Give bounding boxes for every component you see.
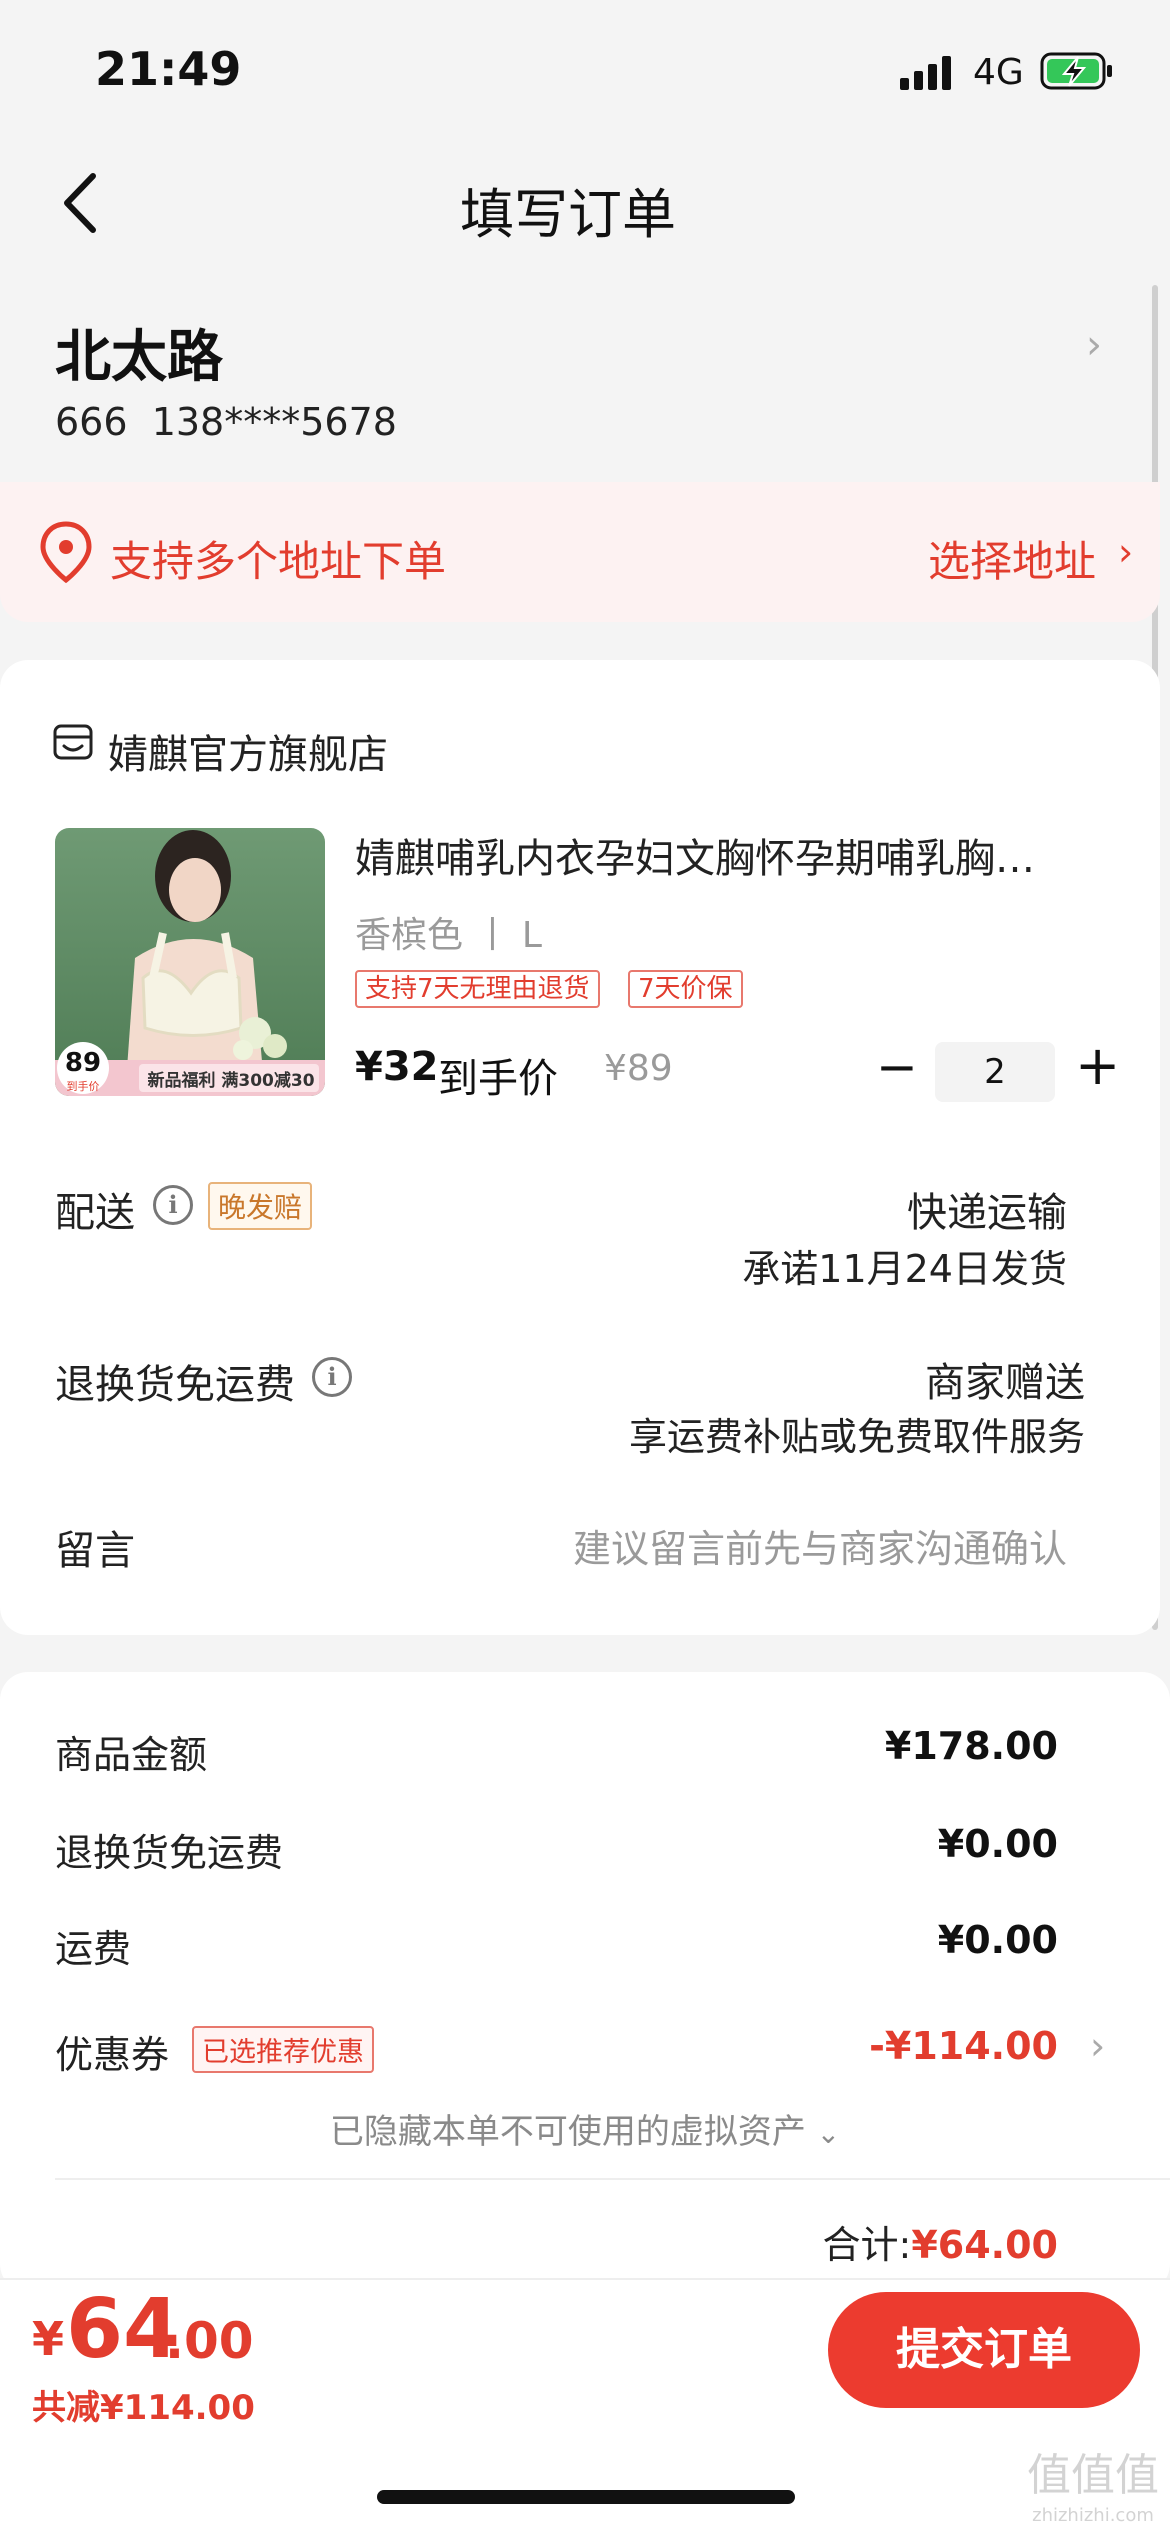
total-discount: 共减¥114.00 [32,2388,255,2428]
goods-amount-value: ¥178.00 [884,1724,1058,1768]
address-name: 北太路 [55,325,223,390]
image-price-badge: 89 [64,1048,102,1078]
product-price: ¥32 [355,1044,439,1090]
pay-amount-integer: 64 [66,2282,181,2377]
address-section[interactable]: 北太路 666 138****5678 › [0,280,1160,480]
shipping-label: 配送 [55,1190,135,1236]
return-shipping-label: 退换货免运费 [55,1362,295,1408]
return-shipping-merchant: 商家赠送 [925,1360,1085,1406]
pay-currency: ¥ [32,2312,65,2366]
return-policy-tag: 支持7天无理由退货 [355,970,600,1008]
watermark-logo: 值值值 [1027,2450,1159,2501]
quantity-input[interactable]: 2 [935,1042,1055,1102]
freight-label: 运费 [55,1927,132,1971]
info-icon[interactable]: i [312,1357,352,1397]
address-phone: 666 138****5678 [55,400,397,444]
product-spec[interactable]: 香槟色 丨 L [355,906,542,958]
divider [55,2178,1170,2180]
coupon-badge: 已选推荐优惠 [192,2026,374,2073]
coupon-value[interactable]: -¥114.00 [869,2024,1058,2068]
coupon-label[interactable]: 优惠券 [55,2024,169,2079]
hidden-assets-text: 已隐藏本单不可使用的虚拟资产 [329,2112,806,2152]
image-banner-text: 新品福利 满300减30 [147,1071,315,1091]
price-label: 到手价 [438,1056,558,1102]
watermark-url: zhizhizhi.com [1032,2505,1154,2526]
submit-order-button[interactable]: 提交订单 [828,2292,1140,2408]
late-delivery-badge: 晚发赔 [208,1182,313,1230]
chevron-right-icon: › [1118,530,1134,574]
quantity-increase-button[interactable]: + [1075,1034,1120,1097]
total-value: ¥64.00 [911,2223,1058,2267]
product-image[interactable]: 89 到手价 新品福利 满300减30 [55,828,325,1096]
message-label: 留言 [55,1528,135,1574]
message-input[interactable]: 建议留言前先与商家沟通确认 [573,1518,1067,1573]
page-title: 填写订单 [460,183,676,246]
multi-address-text: 支持多个地址下单 [110,537,447,586]
network-type: 4G [973,52,1024,93]
store-icon [53,724,93,760]
chevron-right-icon[interactable]: › [1090,2024,1105,2068]
shipping-method[interactable]: 快递运输 [907,1180,1067,1238]
total-label: 合计: [822,2223,912,2267]
image-price-badge-sub: 到手价 [66,1080,100,1093]
home-indicator[interactable] [377,2490,795,2504]
pay-amount-decimal: .00 [165,2312,254,2370]
chevron-down-icon: ⌄ [816,2117,841,2150]
select-address-link[interactable]: 选择地址 [928,528,1096,589]
return-fee-label: 退换货免运费 [55,1831,284,1875]
shipping-promise: 承诺11月24日发货 [742,1247,1067,1291]
info-icon[interactable]: i [153,1185,193,1225]
total-line: 合计:¥64.00 [823,2214,1058,2269]
return-fee-value: ¥0.00 [937,1822,1058,1866]
location-pin-icon [40,521,92,584]
status-time: 21:49 [95,42,242,96]
price-protect-tag: 7天价保 [628,970,743,1008]
goods-amount-label: 商品金额 [55,1733,208,1777]
hidden-assets-toggle[interactable]: 已隐藏本单不可使用的虚拟资产 ⌄ [0,2104,1170,2153]
freight-value: ¥0.00 [937,1918,1058,1962]
product-title[interactable]: 婧麒哺乳内衣孕妇文胸怀孕期哺乳胸… [355,826,1085,884]
return-shipping-service: 享运费补贴或免费取件服务 [628,1415,1085,1459]
quantity-decrease-button[interactable]: − [876,1038,918,1096]
store-card [0,660,1160,1635]
store-name[interactable]: 婧麒官方旗舰店 [108,722,388,780]
chevron-right-icon: › [1086,322,1102,368]
original-price: ¥89 [604,1048,673,1089]
battery-charging-icon [1040,52,1112,90]
signal-icon [900,56,951,90]
